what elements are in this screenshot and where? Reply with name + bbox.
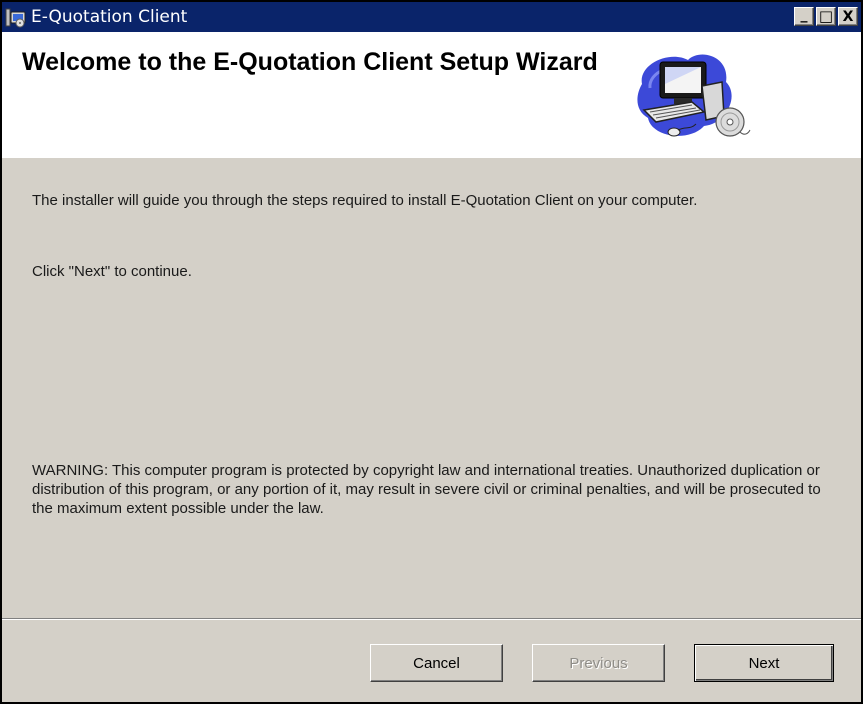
footer-divider-highlight [2,619,861,620]
close-button[interactable]: X [838,7,858,26]
setup-wizard-window: E-Quotation Client _ □ X Welcome to the … [0,0,863,704]
close-icon: X [842,8,854,25]
title-bar[interactable]: E-Quotation Client _ □ X [2,2,861,32]
installer-app-icon [5,6,27,28]
wizard-header: Welcome to the E-Quotation Client Setup … [2,32,861,158]
minimize-button[interactable]: _ [794,7,814,26]
next-hint-text: Click "Next" to continue. [32,263,192,280]
computer-with-cd-icon [630,46,754,146]
page-title: Welcome to the E-Quotation Client Setup … [22,48,598,76]
maximize-button[interactable]: □ [816,7,836,26]
window-title: E-Quotation Client [31,7,188,27]
next-button[interactable]: Next [694,644,834,682]
maximize-icon: □ [818,7,834,25]
minimize-icon: _ [800,6,808,23]
cancel-button[interactable]: Cancel [370,644,503,682]
intro-text: The installer will guide you through the… [32,192,698,209]
header-divider [2,157,861,158]
window-controls: _ □ X [792,7,858,26]
copyright-warning: WARNING: This computer program is protec… [32,462,821,517]
previous-button[interactable]: Previous [532,644,665,682]
